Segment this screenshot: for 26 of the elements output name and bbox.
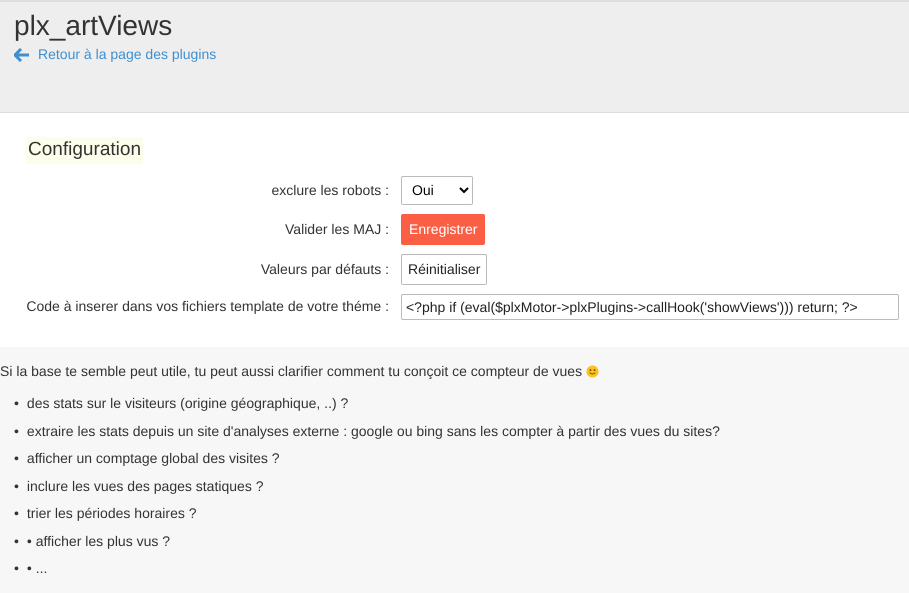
list-item-text: • afficher les plus vus ? xyxy=(26,532,170,550)
list-item-text: afficher un comptage global des visites ? xyxy=(26,449,280,468)
field-label: Valeurs par défauts : xyxy=(260,260,390,279)
smiley-icon xyxy=(586,365,600,378)
robots-select[interactable]: Oui xyxy=(401,176,473,205)
bullet: • xyxy=(14,559,19,578)
field-label: exclure les robots : xyxy=(270,180,390,200)
page-title: plx_artViews xyxy=(14,9,174,43)
list-item-text: extraire les stats depuis un site d'analyses externe : google ou bing sans les compter à partir des vues du sites? xyxy=(26,422,720,440)
list-item-text: trier les périodes horaires ? xyxy=(26,504,197,522)
list-item-text: • ... xyxy=(26,559,48,578)
bullet: • xyxy=(14,504,19,522)
reset-button[interactable]: Réinitialiser xyxy=(401,254,488,285)
back-arrow-icon xyxy=(14,48,30,62)
bullet: • xyxy=(14,449,19,468)
intro-text: Si la base te semble peut utile, tu peut aussi clarifier comment tu conçoit ce compteur de vues xyxy=(0,362,582,381)
list-item-text: inclure les vues des pages statiques ? xyxy=(26,476,264,495)
field-label: Valider les MAJ : xyxy=(284,220,390,239)
code-field[interactable]: <?php if (eval($plxMotor->plxPlugins->callHook('showViews'))) return; ?> xyxy=(401,294,899,320)
bullet: • xyxy=(14,394,19,412)
field-label: Code à inserer dans vos fichiers template de votre théme : xyxy=(26,297,390,316)
bullet: • xyxy=(14,476,19,495)
list-item-text: des stats sur le visiteurs (origine géographique, ..) ? xyxy=(26,394,348,412)
bullet: • xyxy=(14,422,19,440)
section-heading: Configuration xyxy=(26,137,144,164)
bullet: • xyxy=(14,532,19,550)
